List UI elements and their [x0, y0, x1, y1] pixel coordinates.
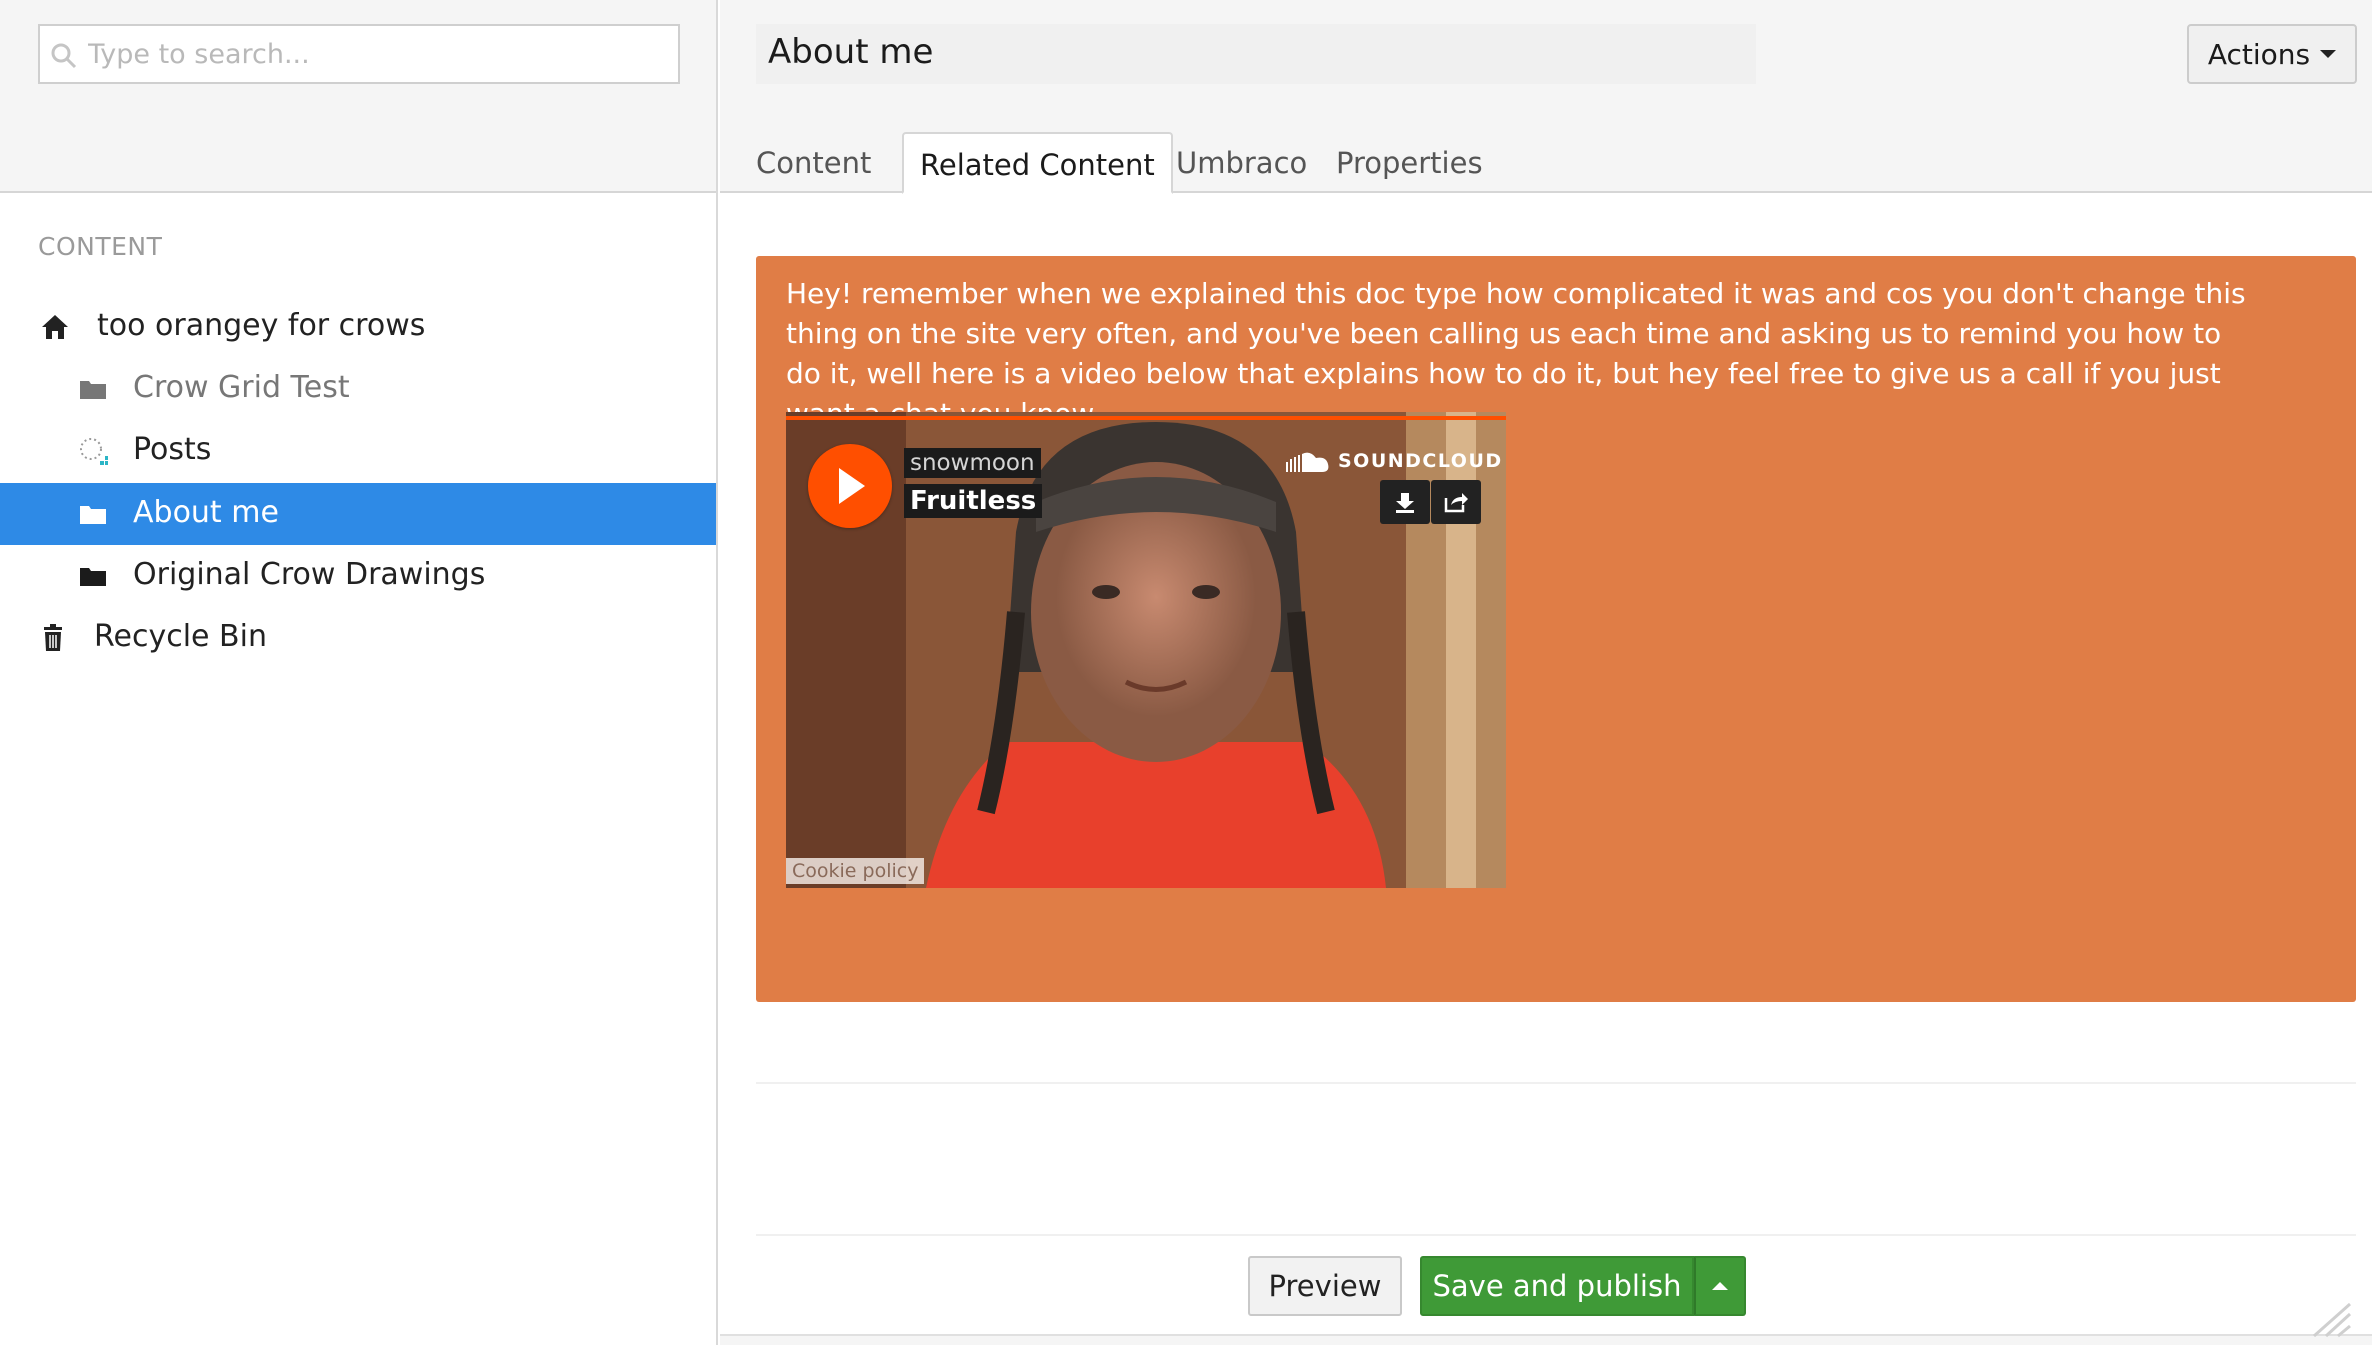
loading-dots-icon: [80, 438, 108, 465]
sidebar-header: [0, 0, 716, 193]
notice-text: Hey! remember when we explained this doc…: [786, 277, 2246, 430]
chevron-up-icon: [1712, 1282, 1728, 1290]
play-icon: [839, 468, 865, 504]
folder-icon: [80, 381, 106, 399]
divider: [756, 1082, 2356, 1084]
chevron-down-icon: [2320, 50, 2337, 58]
folder-icon: [80, 568, 106, 586]
tree-item-label: Recycle Bin: [94, 619, 267, 654]
footer-bar: [720, 1334, 2372, 1345]
tab-properties[interactable]: Properties: [1320, 132, 1499, 194]
soundcloud-cloud-icon: [1286, 452, 1329, 472]
related-content-notice: Hey! remember when we explained this doc…: [756, 256, 2356, 1002]
download-button[interactable]: [1380, 480, 1430, 524]
save-and-publish-button[interactable]: Save and publish: [1420, 1256, 1694, 1316]
share-button[interactable]: [1431, 480, 1481, 524]
tree-item-label: Posts: [133, 432, 212, 467]
share-icon: [1444, 493, 1468, 513]
download-icon: [1396, 493, 1414, 513]
tree-item-label: About me: [133, 495, 279, 530]
editor-header: About me Actions Content Related Content…: [720, 0, 2372, 194]
folder-icon: [80, 506, 106, 524]
tree-item-posts[interactable]: Posts: [0, 420, 716, 482]
cookie-policy-link[interactable]: Cookie policy: [786, 858, 925, 884]
soundcloud-embed[interactable]: snowmoon Fruitless SOUNDCLOUD Cookie pol…: [786, 412, 1506, 888]
tree-item-label: Crow Grid Test: [133, 370, 350, 405]
publish-options-toggle[interactable]: [1694, 1256, 1746, 1316]
search-box: [38, 24, 680, 84]
tab-content[interactable]: Content: [740, 132, 887, 194]
node-name-field[interactable]: About me: [756, 24, 1756, 84]
trash-icon: [44, 624, 62, 651]
resize-handle-icon[interactable]: [2310, 1300, 2356, 1340]
soundcloud-brand-label: SOUNDCLOUD: [1338, 450, 1503, 472]
tree-item-original-crow-drawings[interactable]: Original Crow Drawings: [0, 545, 716, 607]
tree-item-label: Original Crow Drawings: [133, 557, 486, 592]
tab-umbraco[interactable]: Umbraco: [1160, 132, 1323, 194]
tree-item-home[interactable]: too orangey for crows: [0, 296, 716, 358]
editor-panel: About me Actions Content Related Content…: [720, 0, 2372, 1345]
preview-button[interactable]: Preview: [1248, 1256, 1402, 1316]
tree-item-recycle-bin[interactable]: Recycle Bin: [0, 607, 716, 669]
track-title[interactable]: Fruitless: [904, 484, 1043, 518]
actions-label: Actions: [2207, 37, 2311, 71]
tree-item-crow-grid-test[interactable]: Crow Grid Test: [0, 358, 716, 420]
play-button[interactable]: [808, 444, 892, 528]
tree-item-label: too orangey for crows: [97, 308, 426, 343]
track-artist[interactable]: snowmoon: [904, 448, 1041, 478]
search-icon: [51, 43, 77, 69]
home-icon: [42, 315, 68, 339]
content-tree-sidebar: CONTENT too orangey for crows Crow Grid …: [0, 0, 718, 1345]
section-title: CONTENT: [38, 232, 163, 261]
soundcloud-logo[interactable]: SOUNDCLOUD: [1286, 450, 1503, 472]
search-input[interactable]: [88, 26, 668, 82]
divider: [756, 1234, 2356, 1236]
actions-button[interactable]: Actions: [2187, 24, 2357, 84]
tab-related-content[interactable]: Related Content: [902, 132, 1173, 194]
tree-item-about-me[interactable]: About me: [0, 483, 716, 545]
